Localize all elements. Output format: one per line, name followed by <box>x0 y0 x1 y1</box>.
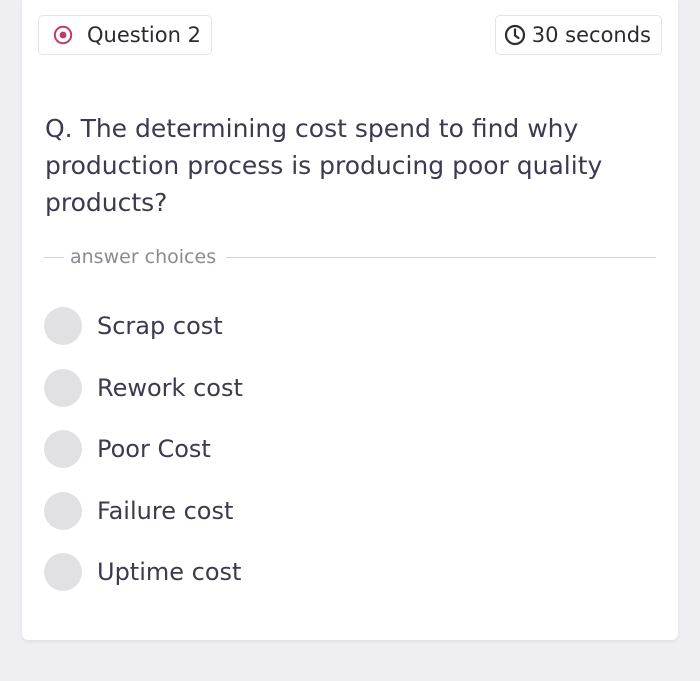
radio-button[interactable] <box>44 430 82 468</box>
question-text: Q. The determining cost spend to find wh… <box>45 114 603 217</box>
answer-choices-label: answer choices <box>70 246 217 268</box>
target-icon <box>53 25 73 45</box>
answer-choice-failure-cost[interactable]: Failure cost <box>44 490 644 532</box>
answer-choice-label: Rework cost <box>97 373 243 402</box>
radio-button[interactable] <box>44 368 82 407</box>
radio-button[interactable] <box>44 307 82 345</box>
answer-choice-poor-cost[interactable]: Poor Cost <box>44 428 644 470</box>
divider-line <box>226 256 656 258</box>
answer-choices-list: Scrap cost Rework cost Poor Cost Failure… <box>44 305 644 613</box>
answer-choice-label: Poor Cost <box>97 435 211 463</box>
answer-choice-label: Scrap cost <box>97 312 223 340</box>
question-number-badge: Question 2 <box>38 15 212 55</box>
question-number-label: Question 2 <box>87 23 201 47</box>
timer-label: 30 seconds <box>531 23 651 47</box>
divider-lead-line <box>44 256 64 258</box>
answer-choice-label: Uptime cost <box>97 558 242 586</box>
card-header: Question 2 30 seconds <box>38 15 662 57</box>
radio-button[interactable] <box>44 491 82 530</box>
answer-choice-scrap-cost[interactable]: Scrap cost <box>44 305 644 347</box>
answer-choice-rework-cost[interactable]: Rework cost <box>44 367 644 409</box>
answer-choice-uptime-cost[interactable]: Uptime cost <box>44 551 644 593</box>
answer-choices-divider: answer choices <box>44 245 656 269</box>
timer-badge: 30 seconds <box>494 15 662 55</box>
quiz-page: Question 2 30 seconds Q. The determining… <box>0 0 700 681</box>
clock-icon <box>504 24 526 46</box>
radio-button[interactable] <box>44 553 82 591</box>
answer-choice-label: Failure cost <box>97 496 234 525</box>
question-card: Question 2 30 seconds Q. The determining… <box>22 0 678 640</box>
